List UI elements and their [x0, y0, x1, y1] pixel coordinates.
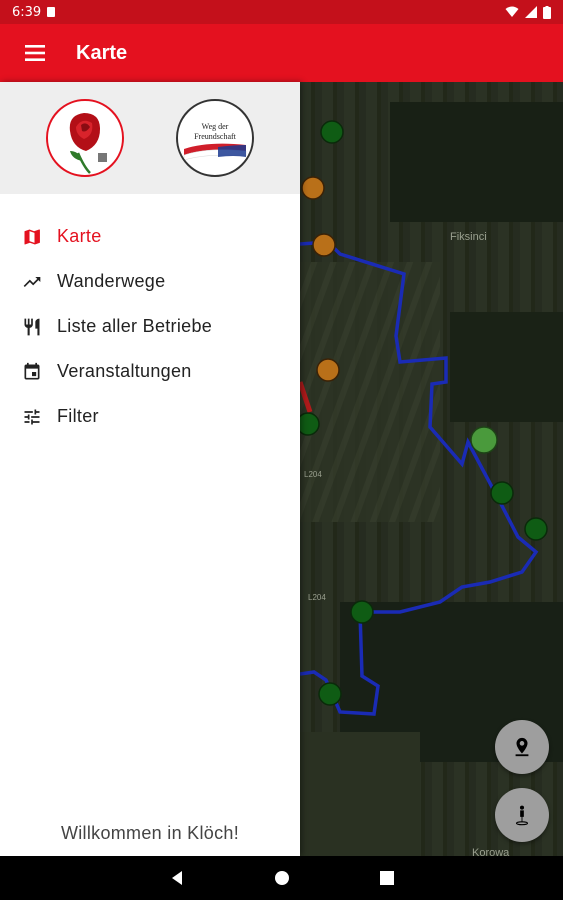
tune-icon [20, 405, 44, 429]
drawer-header: Weg der Freundschaft [0, 82, 300, 194]
sd-card-icon [47, 7, 56, 17]
menu-item-label: Veranstaltungen [57, 361, 192, 381]
map-marker-green[interactable] [524, 517, 548, 541]
location-button[interactable] [495, 720, 549, 774]
person-pin-icon [515, 805, 529, 826]
app-bar: Karte [0, 24, 563, 82]
trending-icon [20, 270, 44, 294]
map-marker-green[interactable] [300, 412, 320, 436]
recents-icon[interactable] [379, 871, 394, 885]
logo-text-line-1: Weg der [202, 122, 229, 131]
welcome-text: Willkommen in Klöch! [60, 823, 240, 843]
rose-logo[interactable] [46, 99, 124, 177]
signal-icon [525, 6, 537, 18]
menu-item-veranstaltungen[interactable]: Veranstaltungen [0, 349, 300, 394]
restaurant-icon [20, 315, 44, 339]
page-title: Karte [76, 41, 128, 64]
map-marker-special[interactable] [470, 426, 498, 454]
navigation-drawer: Weg der Freundschaft Karte Wanderwege Li… [0, 82, 300, 856]
calendar-icon [20, 360, 44, 384]
my-location-icon [515, 737, 529, 757]
map-marker-green[interactable] [350, 600, 374, 624]
map-marker-orange[interactable] [301, 176, 325, 200]
menu-button[interactable] [0, 24, 70, 82]
drawer-menu: Karte Wanderwege Liste aller Betriebe Ve… [0, 194, 300, 439]
hiking-mode-button[interactable] [495, 788, 549, 842]
status-bar: 6:39 [0, 0, 563, 24]
map-label-road-1: L204 [304, 470, 322, 479]
home-icon[interactable] [274, 870, 290, 886]
back-icon[interactable] [170, 870, 184, 886]
menu-item-label: Wanderwege [57, 271, 166, 291]
friendship-logo[interactable]: Weg der Freundschaft [176, 99, 254, 177]
map-label-place: Korowa [472, 847, 510, 856]
battery-icon [543, 5, 551, 19]
map-marker-green[interactable] [320, 120, 344, 144]
menu-item-betriebe[interactable]: Liste aller Betriebe [0, 304, 300, 349]
menu-item-label: Liste aller Betriebe [57, 316, 213, 336]
map-marker-green[interactable] [490, 481, 514, 505]
status-icons [505, 5, 551, 19]
map-marker-orange[interactable] [312, 233, 336, 257]
menu-item-label: Filter [57, 406, 99, 426]
map-label-fiksinci: Fiksinci [450, 231, 487, 243]
logo-text-line-2: Freundschaft [194, 132, 237, 141]
menu-item-filter[interactable]: Filter [0, 394, 300, 439]
menu-item-karte[interactable]: Karte [0, 214, 300, 259]
rose-logo-image [69, 113, 107, 174]
map-view[interactable]: Fiksinci L204 L204 Korowa [300, 82, 563, 856]
map-marker-green[interactable] [318, 682, 342, 706]
hamburger-icon [25, 45, 45, 61]
wifi-icon [505, 6, 519, 17]
friendship-logo-image: Weg der Freundschaft [183, 122, 247, 161]
map-icon [20, 225, 44, 249]
status-time: 6:39 [12, 4, 42, 20]
menu-item-wanderwege[interactable]: Wanderwege [0, 259, 300, 304]
system-navigation-bar [0, 856, 563, 900]
map-label-road-2: L204 [308, 593, 326, 602]
menu-item-label: Karte [57, 226, 102, 246]
map-marker-orange[interactable] [316, 358, 340, 382]
